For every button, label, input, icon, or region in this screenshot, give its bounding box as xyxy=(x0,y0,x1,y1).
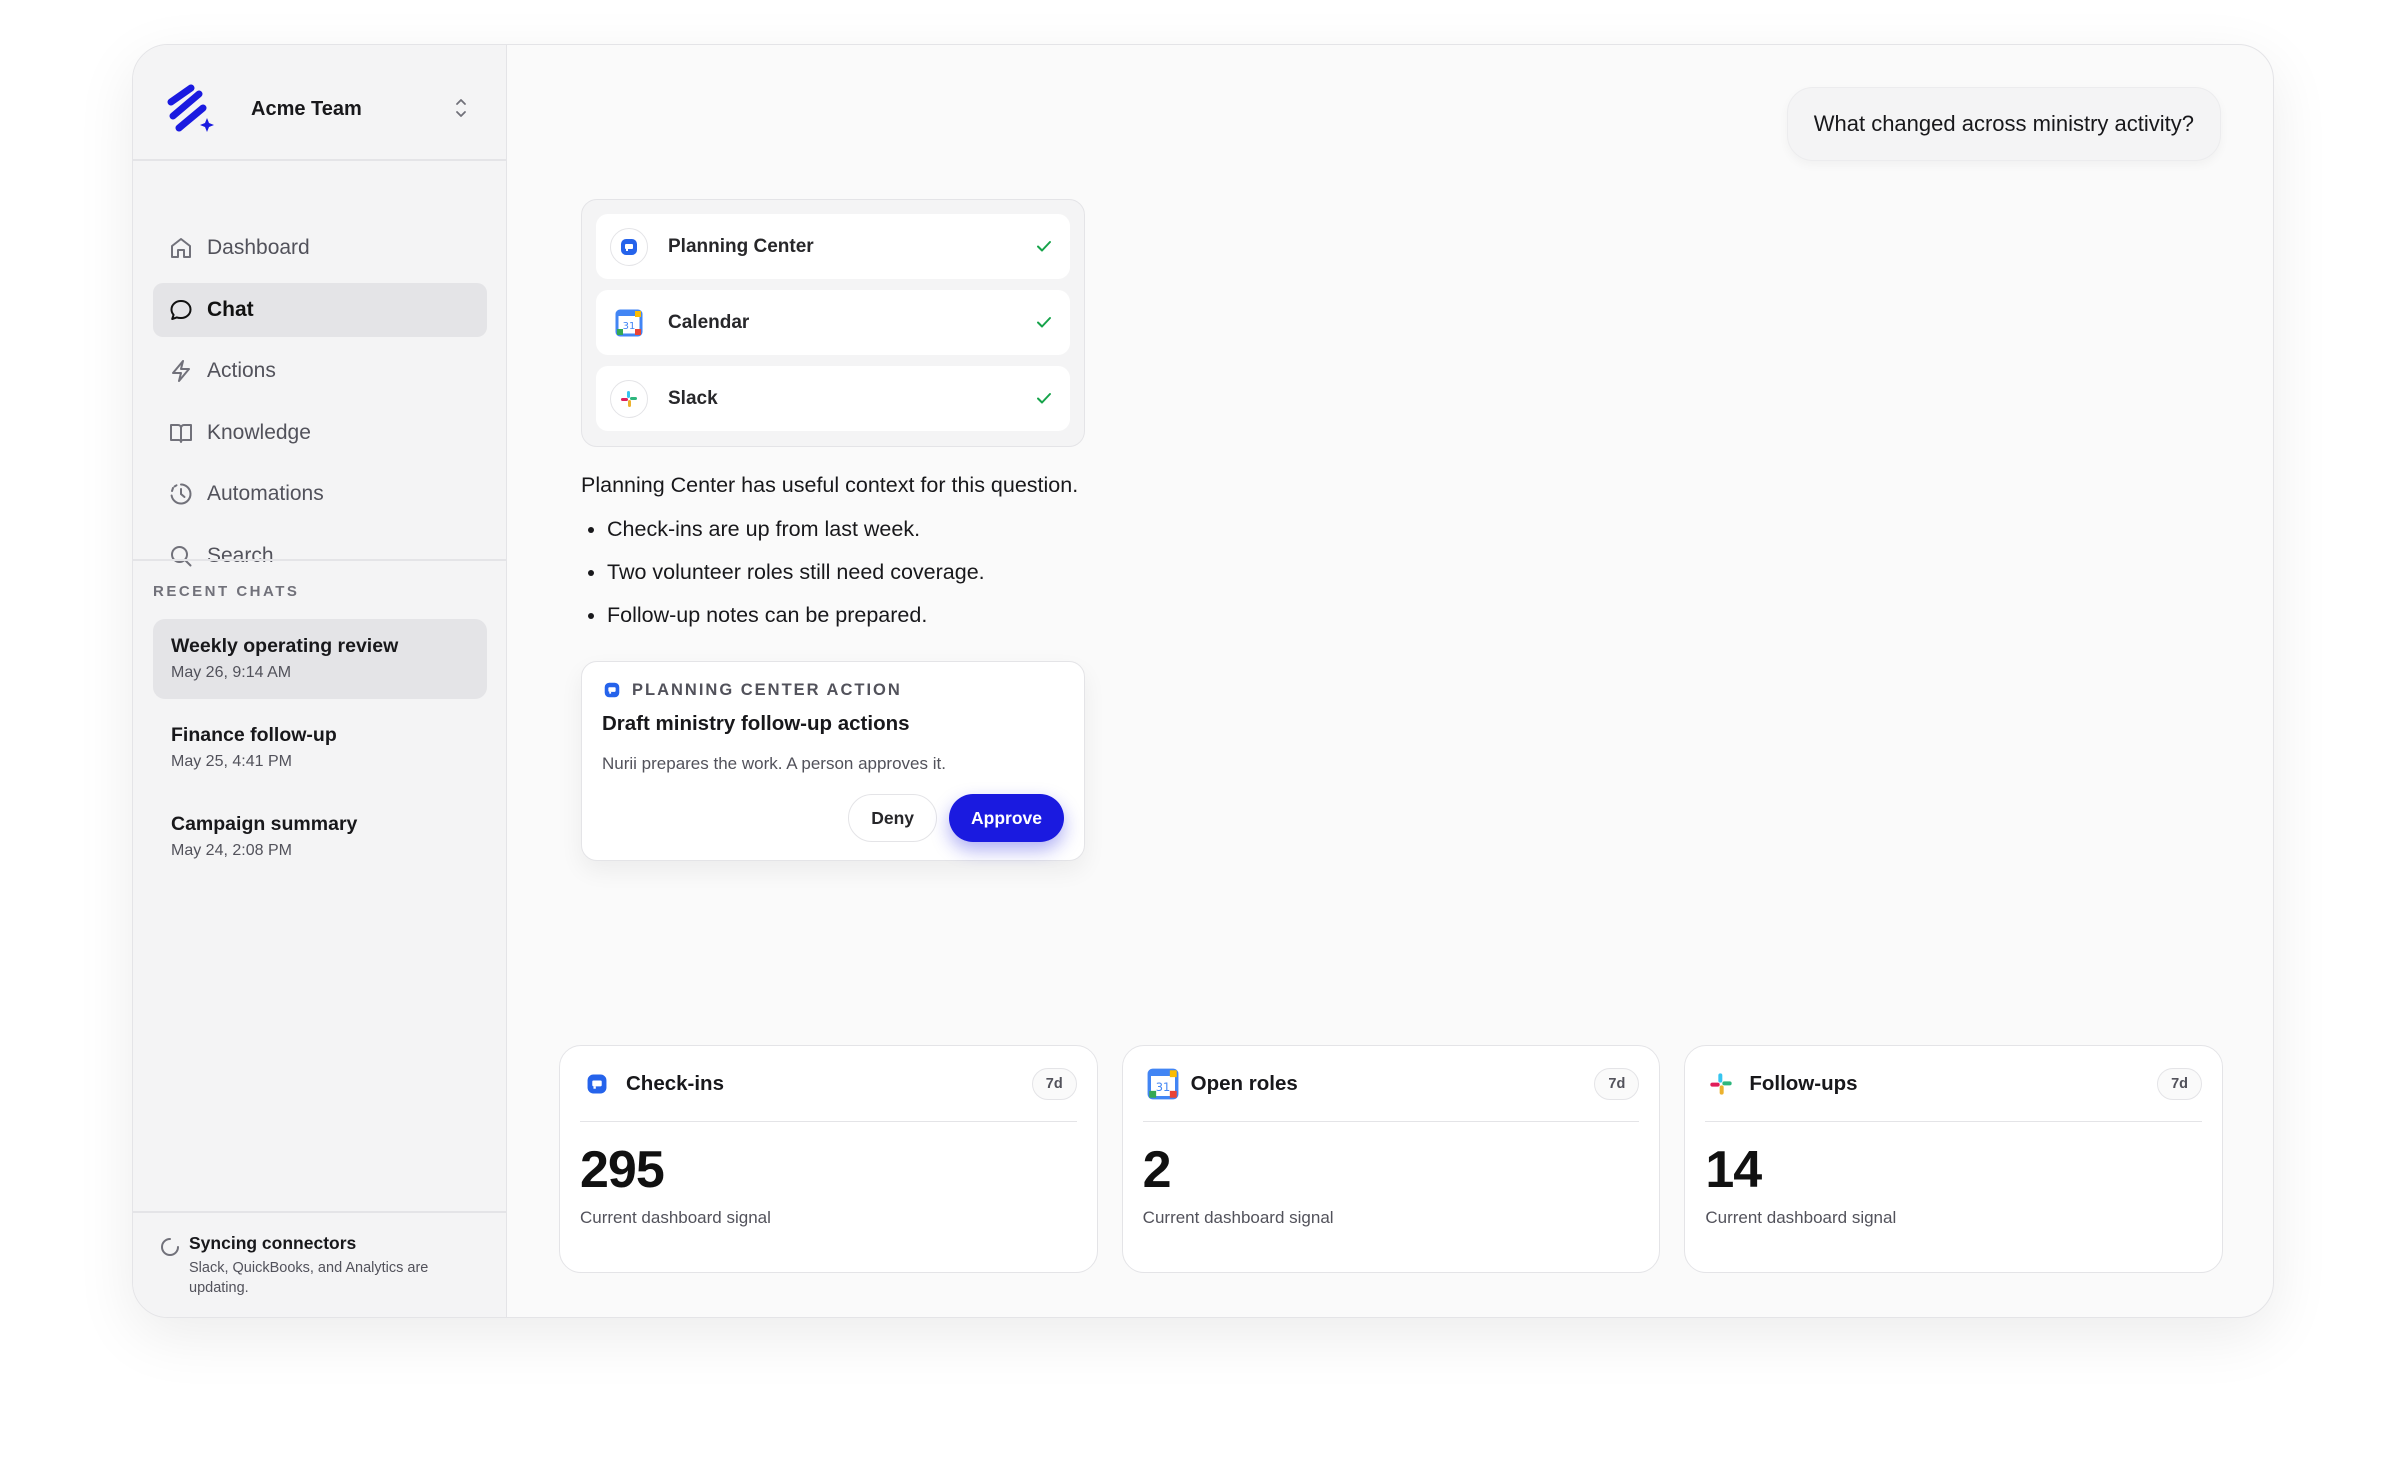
check-icon xyxy=(1037,241,1051,252)
recent-chat-title: Weekly operating review xyxy=(171,635,399,657)
recent-chats-heading: RECENT CHATS xyxy=(153,583,300,600)
planning-center-icon xyxy=(610,227,648,266)
metric-value: 14 xyxy=(1705,1141,1762,1199)
metric-name: Open roles xyxy=(1190,1071,1298,1095)
metric-value: 2 xyxy=(1142,1141,1172,1199)
answer-intro: Planning Center has useful context for t… xyxy=(581,473,1079,497)
nav-item-knowledge[interactable]: Knowledge xyxy=(153,406,487,460)
nav-label: Dashboard xyxy=(207,236,310,259)
metric-caption: Current dashboard signal xyxy=(1142,1208,1334,1227)
user-message-text: What changed across ministry activity? xyxy=(1813,111,2194,136)
planning-center-icon xyxy=(604,682,620,698)
app-logo-icon xyxy=(167,84,214,132)
sync-status: Syncing connectors Slack, QuickBooks, an… xyxy=(159,1233,489,1298)
period-badge: 7d xyxy=(1031,1068,1077,1100)
nav-item-dashboard[interactable]: Dashboard xyxy=(153,221,487,275)
recent-chat-item[interactable]: Campaign summary May 24, 2:08 PM xyxy=(153,797,487,877)
action-kicker: PLANNING CENTER ACTION xyxy=(632,680,902,699)
recent-chats-list: Weekly operating review May 26, 9:14 AM … xyxy=(153,619,487,886)
slack-icon xyxy=(610,379,648,418)
metric-value: 295 xyxy=(580,1141,665,1199)
app-window: Acme Team Dashboard Chat Actions Knowled… xyxy=(132,44,2274,1318)
metric-card-open-roles[interactable]: 31 Open roles 7d 2 Current dashboard sig… xyxy=(1121,1045,1661,1273)
nav-label: Automations xyxy=(207,482,324,505)
clock-icon xyxy=(170,483,192,505)
nav-item-actions[interactable]: Actions xyxy=(153,344,487,398)
assistant-answer: Planning Center has useful context for t… xyxy=(581,473,1201,645)
chevron-up-down-icon[interactable] xyxy=(449,93,473,125)
connector-name: Slack xyxy=(668,387,718,409)
connector-status-card: Planning Center 31 Calendar Slack xyxy=(581,199,1085,447)
answer-point: Check-ins are up from last week. xyxy=(607,516,1201,543)
svg-text:31: 31 xyxy=(1155,1079,1170,1093)
nav-label: Knowledge xyxy=(207,420,311,444)
connector-row: 31 Calendar xyxy=(596,290,1070,355)
answer-list: Check-ins are up from last week. Two vol… xyxy=(581,516,1201,629)
recent-chat-title: Campaign summary xyxy=(171,813,358,835)
calendar-icon: 31 xyxy=(610,303,648,342)
sidebar-divider xyxy=(133,559,506,561)
lightning-icon xyxy=(172,360,190,382)
sidebar: Acme Team Dashboard Chat Actions Knowled… xyxy=(133,45,507,1317)
team-name: Acme Team xyxy=(251,97,362,120)
user-message: What changed across ministry activity? xyxy=(1786,87,2221,161)
check-icon xyxy=(1037,393,1051,404)
sync-title: Syncing connectors xyxy=(189,1233,357,1253)
period-badge: 7d xyxy=(1594,1068,1640,1100)
metric-name: Check-ins xyxy=(626,1071,724,1095)
answer-point: Two volunteer roles still need coverage. xyxy=(607,559,1201,586)
spinner-icon xyxy=(161,1238,179,1256)
nav-label: Search xyxy=(207,543,274,567)
connector-row: Slack xyxy=(596,366,1070,431)
planning-center-icon xyxy=(587,1074,607,1093)
action-approval-card: PLANNING CENTER ACTION Draft ministry fo… xyxy=(581,661,1085,861)
nav-label: Chat xyxy=(207,297,254,321)
recent-chat-title: Finance follow-up xyxy=(171,724,337,746)
recent-chat-date: May 26, 9:14 AM xyxy=(171,664,292,681)
period-badge: 7d xyxy=(2157,1068,2203,1100)
connector-name: Planning Center xyxy=(668,235,814,257)
main-nav: Dashboard Chat Actions Knowledge Automat… xyxy=(153,221,487,590)
metric-card-check-ins[interactable]: Check-ins 7d 295 Current dashboard signa… xyxy=(559,1045,1098,1273)
metric-caption: Current dashboard signal xyxy=(580,1208,771,1227)
sidebar-divider xyxy=(133,159,506,161)
home-icon xyxy=(171,238,191,258)
connector-row: Planning Center xyxy=(596,214,1070,279)
action-title: Draft ministry follow-up actions xyxy=(602,712,910,735)
metric-caption: Current dashboard signal xyxy=(1705,1208,1897,1227)
metric-name: Follow-ups xyxy=(1749,1071,1858,1095)
check-icon xyxy=(1037,317,1051,328)
nav-item-automations[interactable]: Automations xyxy=(153,467,487,521)
calendar-icon: 31 xyxy=(1147,1068,1179,1099)
recent-chat-date: May 25, 4:41 PM xyxy=(171,753,292,770)
recent-chat-item[interactable]: Weekly operating review May 26, 9:14 AM xyxy=(153,619,487,699)
chat-bubble-icon xyxy=(170,299,192,320)
connector-name: Calendar xyxy=(668,311,750,333)
recent-chat-date: May 24, 2:08 PM xyxy=(171,842,292,859)
metric-card-follow-ups[interactable]: Follow-ups 7d 14 Current dashboard signa… xyxy=(1684,1045,2224,1273)
svg-text:31: 31 xyxy=(623,321,636,332)
nav-label: Actions xyxy=(207,359,276,382)
slack-icon xyxy=(1710,1072,1733,1095)
nav-item-search[interactable]: Search xyxy=(153,529,487,583)
nav-item-chat[interactable]: Chat xyxy=(153,282,487,337)
answer-point: Follow-up notes can be prepared. xyxy=(607,602,1201,629)
deny-button[interactable]: Deny xyxy=(848,794,938,842)
recent-chat-item[interactable]: Finance follow-up May 25, 4:41 PM xyxy=(153,708,487,788)
sidebar-divider xyxy=(133,1211,506,1213)
action-description: Nurii prepares the work. A person approv… xyxy=(602,754,946,773)
search-icon xyxy=(171,545,192,566)
approve-button[interactable]: Approve xyxy=(949,794,1064,842)
team-switcher[interactable]: Acme Team xyxy=(163,79,483,139)
sync-description: Slack, QuickBooks, and Analytics are upd… xyxy=(189,1260,429,1296)
metrics-row: Check-ins 7d 295 Current dashboard signa… xyxy=(559,1045,2224,1273)
book-icon xyxy=(170,423,192,443)
